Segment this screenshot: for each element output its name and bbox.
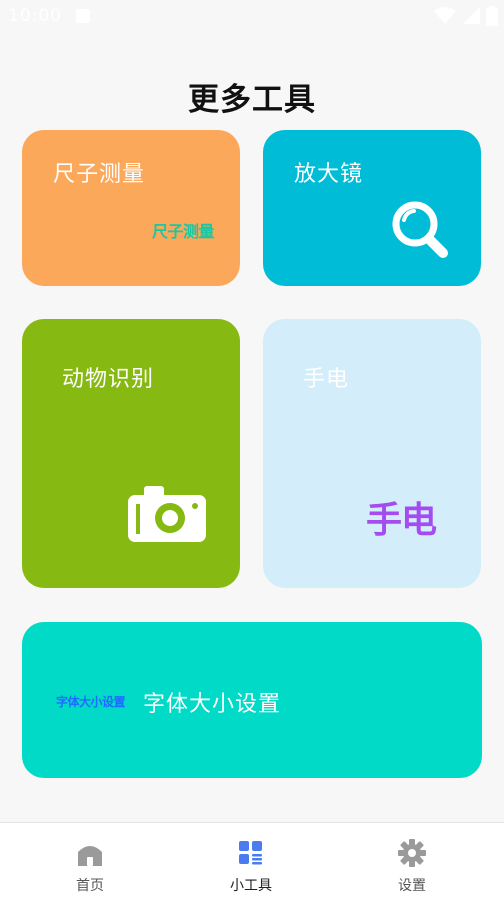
signal-icon <box>463 7 480 24</box>
nav-item-tools[interactable]: 小工具 <box>167 823 335 897</box>
status-time: 10:00 <box>8 6 62 26</box>
nav-label-home: 首页 <box>76 878 104 894</box>
flashlight-card[interactable]: 手电 手电 <box>263 319 481 588</box>
animal-recognition-card[interactable]: 动物识别 <box>22 319 240 588</box>
bottom-nav: 首页 小工具 设置 <box>0 822 504 897</box>
nav-label-settings: 设置 <box>398 878 426 894</box>
wifi-icon <box>434 7 456 24</box>
gear-icon <box>398 839 426 867</box>
font-size-card[interactable]: 字体大小设置 字体大小设置 <box>22 622 482 778</box>
flashlight-card-label: 手电 <box>303 367 350 392</box>
ruler-card[interactable]: 尺子测量 尺子测量 <box>22 130 240 286</box>
magnifier-card[interactable]: 放大镜 <box>263 130 481 286</box>
font-size-logo: 字体大小设置 <box>56 695 126 709</box>
nav-item-settings[interactable]: 设置 <box>328 823 496 897</box>
nav-item-home[interactable]: 首页 <box>6 823 174 897</box>
battery-icon <box>486 6 498 26</box>
magnifier-icon <box>392 201 448 258</box>
status-bar: 10:00 <box>0 0 504 34</box>
notification-icon <box>76 9 90 23</box>
ruler-logo: 尺子测量 <box>151 222 215 241</box>
ruler-card-label: 尺子测量 <box>53 162 146 187</box>
tools-icon <box>239 841 262 865</box>
nav-label-tools: 小工具 <box>230 878 272 894</box>
camera-icon <box>128 486 206 542</box>
home-icon <box>78 846 102 866</box>
page-title: 更多工具 <box>188 82 316 118</box>
status-icons <box>434 6 498 26</box>
animal-card-label: 动物识别 <box>62 367 155 392</box>
font-size-card-label: 字体大小设置 <box>143 692 282 717</box>
magnifier-card-label: 放大镜 <box>294 162 364 187</box>
flashlight-logo: 手电 <box>366 500 437 541</box>
